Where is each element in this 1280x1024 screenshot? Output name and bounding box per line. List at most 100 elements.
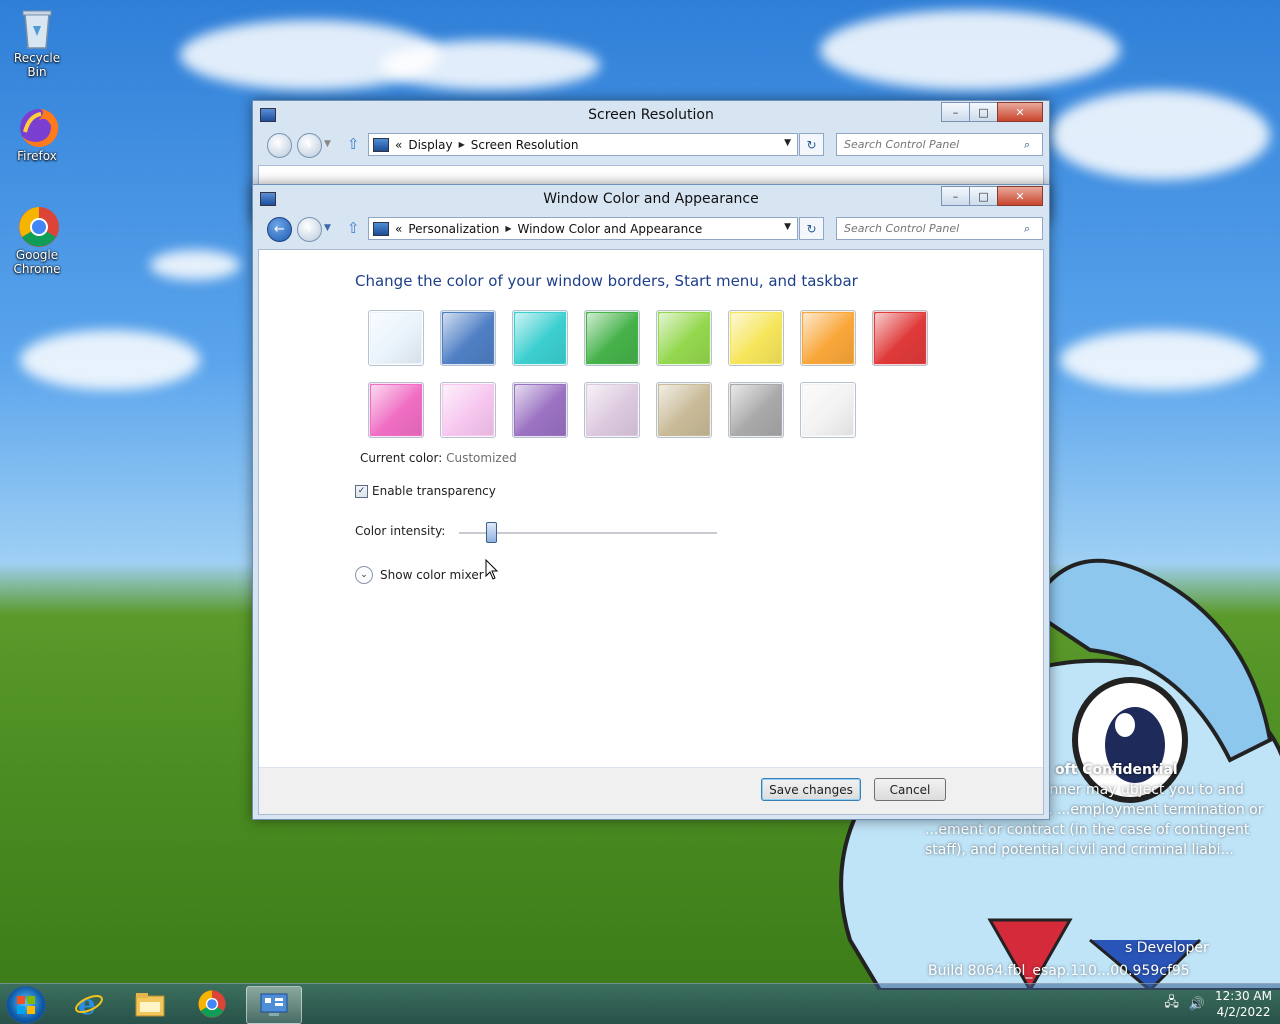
title-bar[interactable]: Screen Resolution – □ ✕: [253, 101, 1049, 129]
color-swatch-sea[interactable]: [512, 310, 568, 366]
recent-pages-dropdown[interactable]: ▼: [324, 223, 331, 233]
chrome-icon: [17, 205, 59, 247]
svg-text:e: e: [78, 989, 96, 1019]
taskbar: e 🖧 🔊 12:30 AM 4/2/2022: [0, 983, 1280, 1024]
windows-logo-icon: [17, 996, 35, 1014]
back-button[interactable]: ←: [267, 217, 292, 242]
color-swatch-chocolate[interactable]: [728, 382, 784, 438]
desktop-icon-google-chrome[interactable]: Google Chrome: [4, 205, 70, 276]
color-swatch-ruby[interactable]: [872, 310, 928, 366]
maximize-button[interactable]: □: [969, 186, 998, 206]
desktop-icon-firefox[interactable]: Firefox: [4, 106, 70, 163]
minimize-button[interactable]: –: [941, 186, 970, 206]
address-dropdown-icon[interactable]: ▼: [784, 138, 791, 148]
mouse-cursor-icon: [485, 558, 499, 584]
color-swatch-violet[interactable]: [512, 382, 568, 438]
save-changes-button[interactable]: Save changes: [761, 778, 861, 801]
main-content: Change the color of your window borders,…: [258, 249, 1044, 815]
close-button[interactable]: ✕: [997, 186, 1043, 206]
control-panel-icon: [260, 993, 288, 1016]
volume-icon[interactable]: 🔊: [1189, 997, 1205, 1012]
current-color: Current color: Customized: [360, 451, 517, 465]
up-arrow-icon[interactable]: ⇧: [347, 219, 360, 237]
search-input[interactable]: [837, 137, 1024, 152]
chrome-icon: [198, 990, 226, 1018]
color-swatch-frost[interactable]: [800, 382, 856, 438]
forward-button[interactable]: ›: [297, 133, 322, 158]
taskbar-file-explorer[interactable]: [123, 986, 177, 1022]
up-arrow-icon[interactable]: ⇧: [347, 135, 360, 153]
start-button[interactable]: [6, 986, 46, 1024]
swatch-gloss: [443, 385, 493, 435]
checkbox-check-icon[interactable]: ✓: [355, 484, 368, 498]
breadcrumb-display[interactable]: Display: [408, 138, 452, 152]
clock-time: 12:30 AM: [1215, 989, 1272, 1003]
dialog-footer: Save changes Cancel: [259, 767, 1043, 814]
swatch-gloss: [587, 385, 637, 435]
breadcrumb-separator-icon[interactable]: ▶: [459, 140, 465, 149]
swatch-gloss: [443, 313, 493, 363]
taskbar-internet-explorer[interactable]: e: [62, 986, 116, 1022]
address-bar[interactable]: « Display ▶ Screen Resolution ▼: [368, 133, 798, 156]
color-swatch-twilight[interactable]: [440, 310, 496, 366]
address-bar[interactable]: « Personalization ▶ Window Color and App…: [368, 217, 798, 240]
transparency-checkbox[interactable]: ✓ Enable transparency: [355, 484, 496, 498]
swatch-gloss: [587, 313, 637, 363]
breadcrumb-screen-resolution[interactable]: Screen Resolution: [471, 138, 579, 152]
color-swatch-sky[interactable]: [368, 310, 424, 366]
search-input[interactable]: [837, 221, 1024, 236]
title-bar[interactable]: Window Color and Appearance – □ ✕: [253, 185, 1049, 213]
recent-pages-dropdown[interactable]: ▼: [324, 139, 331, 149]
swatch-gloss: [371, 313, 421, 363]
search-box[interactable]: ⌕: [836, 217, 1043, 240]
refresh-button[interactable]: ↻: [799, 217, 824, 240]
maximize-button[interactable]: □: [969, 102, 998, 122]
color-swatch-fuchsia[interactable]: [368, 382, 424, 438]
color-swatch-taupe[interactable]: [656, 382, 712, 438]
folder-icon: [135, 993, 165, 1017]
breadcrumb-separator-icon[interactable]: ▶: [505, 224, 511, 233]
cancel-button[interactable]: Cancel: [874, 778, 946, 801]
swatch-gloss: [659, 385, 709, 435]
network-icon[interactable]: 🖧: [1164, 993, 1179, 1015]
forward-button[interactable]: ›: [297, 217, 322, 242]
color-swatch-leaf[interactable]: [584, 310, 640, 366]
window-color-appearance-window[interactable]: Window Color and Appearance – □ ✕ ← › ▼ …: [252, 184, 1050, 820]
system-clock[interactable]: 12:30 AM 4/2/2022: [1215, 988, 1272, 1020]
search-icon[interactable]: ⌕: [1024, 138, 1042, 152]
internet-explorer-icon: e: [75, 989, 103, 1019]
window-title: Window Color and Appearance: [543, 191, 759, 207]
show-color-mixer-toggle[interactable]: ⌄ Show color mixer: [355, 566, 484, 584]
current-color-value: Customized: [446, 451, 517, 465]
desktop-icon-label: Recycle Bin: [13, 51, 61, 79]
chevron-down-icon[interactable]: ⌄: [355, 566, 373, 584]
color-swatch-lavender[interactable]: [584, 382, 640, 438]
swatch-gloss: [803, 313, 853, 363]
close-button[interactable]: ✕: [997, 102, 1043, 122]
minimize-button[interactable]: –: [941, 102, 970, 122]
color-swatch-blush[interactable]: [440, 382, 496, 438]
back-button[interactable]: ‹: [267, 133, 292, 158]
desktop-icon-recycle-bin[interactable]: Recycle Bin: [4, 8, 70, 79]
color-swatch-lime[interactable]: [656, 310, 712, 366]
desktop-icon-label: Firefox: [17, 149, 57, 163]
color-swatch-pumpkin[interactable]: [800, 310, 856, 366]
taskbar-control-panel[interactable]: [246, 986, 302, 1024]
transparency-label: Enable transparency: [372, 484, 496, 498]
desktop-icon-label: Google Chrome: [13, 248, 61, 276]
intensity-slider-track[interactable]: [459, 532, 717, 535]
breadcrumb-window-color[interactable]: Window Color and Appearance: [517, 222, 702, 236]
swatch-gloss: [659, 313, 709, 363]
search-box[interactable]: ⌕: [836, 133, 1043, 156]
control-panel-icon: [373, 137, 389, 152]
address-dropdown-icon[interactable]: ▼: [784, 222, 791, 232]
refresh-button[interactable]: ↻: [799, 133, 824, 156]
mixer-label: Show color mixer: [380, 568, 484, 582]
taskbar-google-chrome[interactable]: [185, 986, 239, 1022]
breadcrumb-personalization[interactable]: Personalization: [408, 222, 499, 236]
intensity-slider-thumb[interactable]: [485, 522, 497, 543]
color-swatch-sun[interactable]: [728, 310, 784, 366]
developer-watermark: s Developer: [1125, 940, 1209, 956]
search-icon[interactable]: ⌕: [1024, 222, 1042, 236]
swatch-gloss: [371, 385, 421, 435]
